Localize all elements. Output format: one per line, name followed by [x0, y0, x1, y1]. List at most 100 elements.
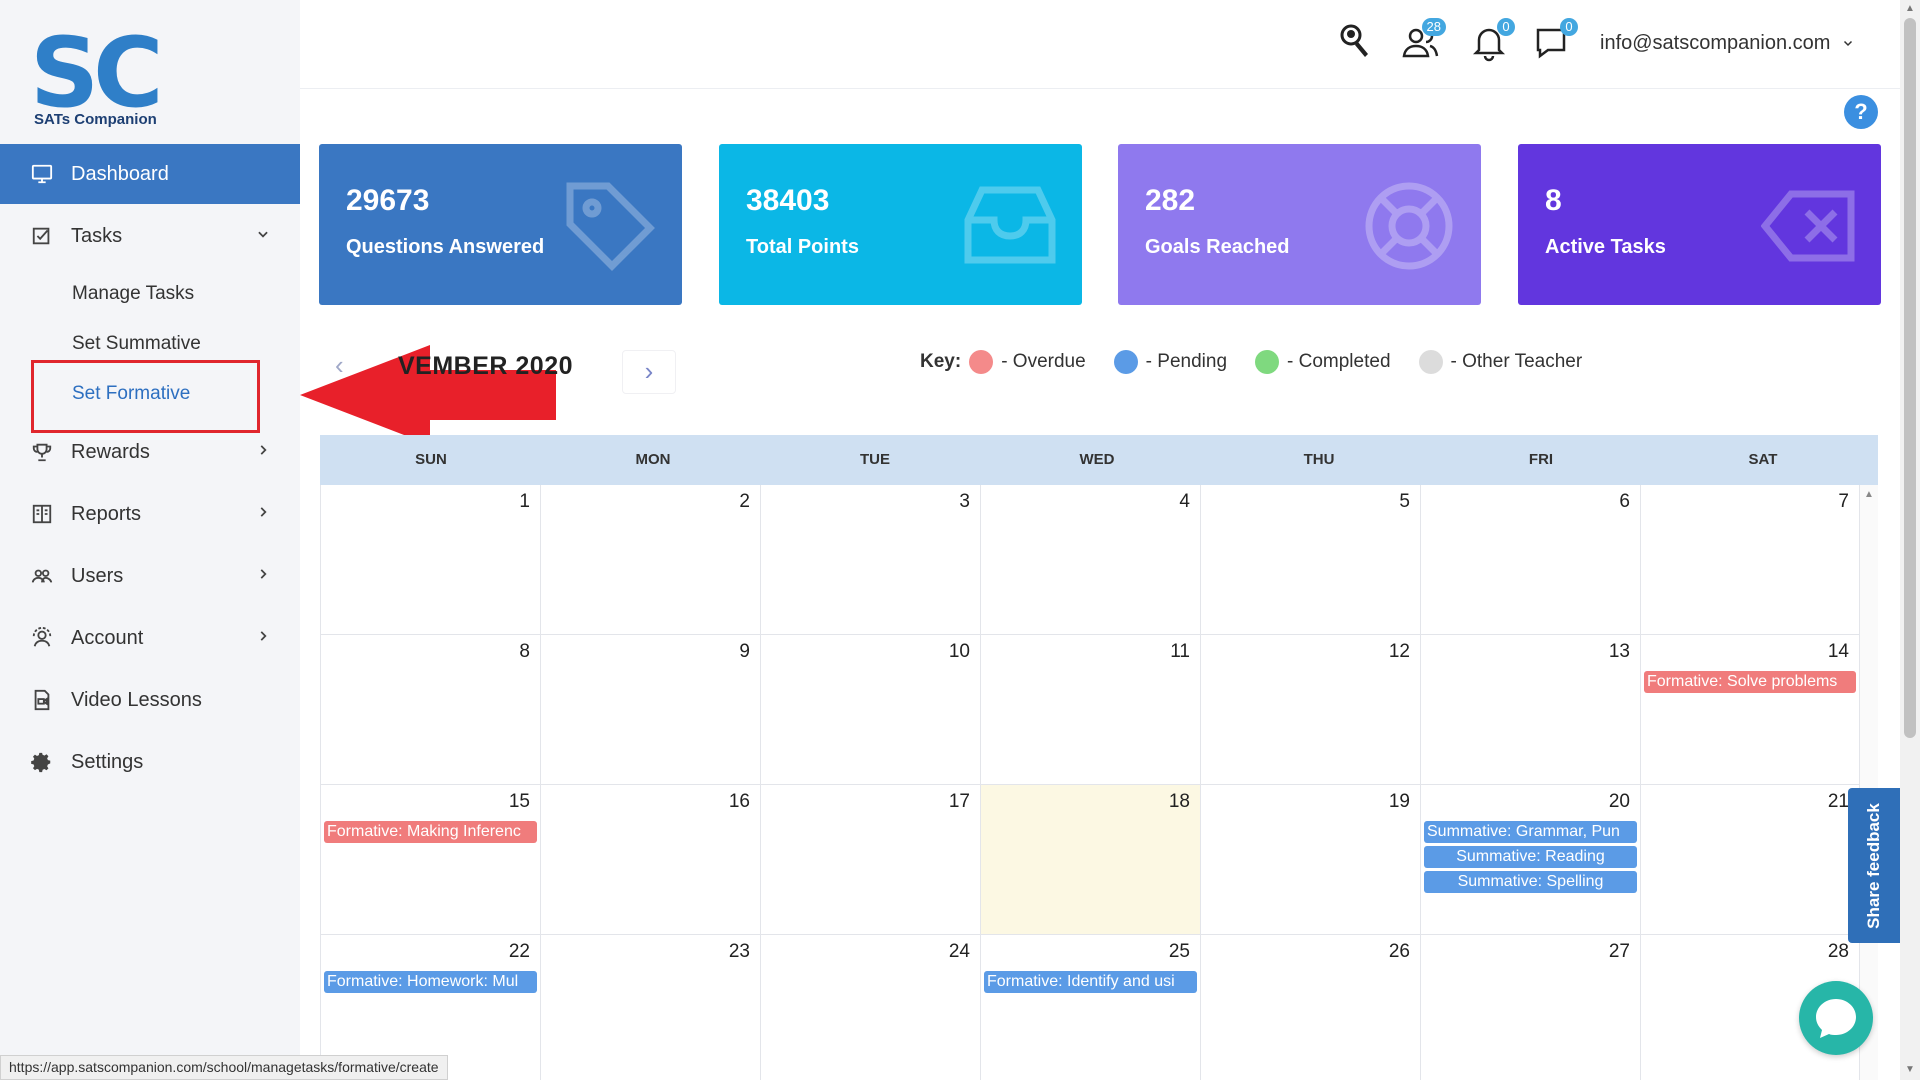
chat-bubble-icon[interactable]: 0 — [1532, 18, 1578, 62]
calendar-event-pending[interactable]: Summative: Grammar, Pun — [1424, 821, 1637, 843]
calendar-day[interactable]: 26 — [1200, 935, 1420, 1080]
day-number: 16 — [728, 791, 750, 812]
account-icon — [30, 626, 54, 650]
logo-mark: SC — [30, 17, 164, 129]
calendar-next-button[interactable]: › — [622, 350, 676, 394]
scrollbar-thumb[interactable] — [1904, 18, 1916, 738]
calendar-event-pending[interactable]: Summative: Spelling — [1424, 871, 1637, 893]
scroll-down-icon: ▼ — [1905, 1064, 1915, 1075]
day-number: 5 — [1399, 491, 1410, 512]
top-header: 28 0 0 info@satscompanion.com — [300, 0, 1900, 89]
calendar-day[interactable]: 23 — [540, 935, 760, 1080]
calendar-day[interactable]: 15 Formative: Making Inferenc — [320, 785, 540, 935]
calendar-event-overdue[interactable]: Formative: Solve problems — [1644, 671, 1856, 693]
calendar-day[interactable]: 7 — [1640, 485, 1860, 635]
bell-icon[interactable]: 0 — [1469, 18, 1515, 62]
day-number: 13 — [1608, 641, 1630, 662]
day-number: 9 — [739, 641, 750, 662]
calendar-day-today[interactable]: 18 — [980, 785, 1200, 935]
legend-overdue: - Overdue — [969, 350, 1086, 374]
stat-label: Total Points — [746, 236, 859, 258]
submenu-manage-tasks[interactable]: Manage Tasks — [72, 283, 194, 305]
day-number: 21 — [1827, 791, 1849, 812]
day-number: 14 — [1827, 641, 1849, 662]
sidebar-item-reports[interactable]: Reports — [0, 484, 300, 544]
friends-icon[interactable]: 28 — [1400, 18, 1446, 62]
sidebar-item-rewards[interactable]: Rewards — [0, 422, 300, 482]
legend-completed: - Completed — [1255, 350, 1391, 374]
calendar-day[interactable]: 24 — [760, 935, 980, 1080]
sidebar-item-settings[interactable]: Settings — [0, 732, 300, 792]
sidebar-item-account[interactable]: Account — [0, 608, 300, 668]
help-button[interactable]: ? — [1844, 95, 1878, 129]
calendar-legend: Key: - Overdue - Pending - Completed - O… — [920, 350, 1610, 374]
day-number: 17 — [948, 791, 970, 812]
search-user-icon[interactable] — [1335, 22, 1375, 62]
calendar-day[interactable]: 3 — [760, 485, 980, 635]
calendar-day[interactable]: 20 Summative: Grammar, Pun Summative: Re… — [1420, 785, 1640, 935]
calendar-day[interactable]: 19 — [1200, 785, 1420, 935]
calendar-day[interactable]: 16 — [540, 785, 760, 935]
weekday-wed: WED — [1079, 451, 1115, 468]
legend-key-label: Key: — [920, 351, 962, 372]
day-number: 1 — [519, 491, 530, 512]
legend-other-teacher: - Other Teacher — [1418, 350, 1582, 374]
day-number: 26 — [1388, 941, 1410, 962]
sidebar-item-dashboard[interactable]: Dashboard — [0, 144, 300, 204]
brand-logo[interactable]: SC SATs Companion — [30, 25, 170, 135]
calendar-day[interactable]: 13 — [1420, 635, 1640, 785]
calendar-day[interactable]: 2 — [540, 485, 760, 635]
calendar-prev-button[interactable]: ‹ — [335, 350, 344, 381]
calendar-week: 1 2 3 4 5 6 7 — [320, 485, 1860, 635]
calendar-day[interactable]: 5 — [1200, 485, 1420, 635]
calendar-day[interactable]: 8 — [320, 635, 540, 785]
trophy-icon — [30, 440, 54, 464]
weekday-tue: TUE — [860, 451, 890, 468]
calendar-day[interactable]: 27 — [1420, 935, 1640, 1080]
user-menu[interactable]: info@satscompanion.com — [1600, 32, 1854, 55]
chevron-right-icon — [256, 567, 270, 586]
submenu-set-summative[interactable]: Set Summative — [72, 333, 201, 355]
gear-icon — [30, 750, 54, 774]
day-number: 12 — [1388, 641, 1410, 662]
sidebar-item-label: Video Lessons — [71, 688, 202, 711]
stat-value: 8 — [1545, 184, 1562, 217]
calendar-day[interactable]: 1 — [320, 485, 540, 635]
calendar-day[interactable]: 12 — [1200, 635, 1420, 785]
calendar-event-overdue[interactable]: Formative: Making Inferenc — [324, 821, 537, 843]
live-chat-button[interactable] — [1799, 981, 1873, 1055]
weekday-sat: SAT — [1748, 451, 1778, 468]
calendar-event-pending[interactable]: Formative: Homework: Mul — [324, 971, 537, 993]
stat-card-total-points: 38403 Total Points — [719, 144, 1082, 305]
weekday-thu: THU — [1303, 451, 1335, 468]
scroll-up-icon: ▲ — [1864, 489, 1874, 500]
page-scrollbar[interactable]: ▲ ▼ — [1900, 0, 1920, 1080]
sidebar: SC SATs Companion Dashboard Tasks Manage… — [0, 0, 300, 1080]
user-email-label: info@satscompanion.com — [1600, 32, 1831, 54]
calendar-day[interactable]: 11 — [980, 635, 1200, 785]
reports-icon — [30, 502, 54, 526]
calendar-day[interactable]: 10 — [760, 635, 980, 785]
calendar-day[interactable]: 17 — [760, 785, 980, 935]
sidebar-item-tasks[interactable]: Tasks — [0, 206, 300, 266]
tag-icon — [566, 182, 655, 271]
stat-value: 29673 — [346, 184, 430, 217]
sidebar-item-video-lessons[interactable]: Video Lessons — [0, 670, 300, 730]
chevron-down-icon — [256, 227, 270, 246]
legend-label: - Completed — [1287, 351, 1391, 372]
calendar-day[interactable]: 6 — [1420, 485, 1640, 635]
calendar-event-pending[interactable]: Formative: Identify and usi — [984, 971, 1197, 993]
calendar-day[interactable]: 9 — [540, 635, 760, 785]
calendar-day[interactable]: 14 Formative: Solve problems — [1640, 635, 1860, 785]
calendar-day[interactable]: 4 — [980, 485, 1200, 635]
calendar-day[interactable]: 25 Formative: Identify and usi — [980, 935, 1200, 1080]
calendar-event-pending[interactable]: Summative: Reading — [1424, 846, 1637, 868]
calendar-day[interactable]: 21 — [1640, 785, 1860, 935]
sidebar-item-label: Users — [71, 564, 124, 587]
other-teacher-dot-icon — [1418, 350, 1443, 374]
sidebar-item-users[interactable]: Users — [0, 546, 300, 606]
stat-value: 38403 — [746, 184, 830, 217]
share-feedback-tab[interactable]: Share feedback — [1848, 788, 1900, 943]
day-number: 8 — [519, 641, 530, 662]
stat-card-goals-reached: 282 Goals Reached — [1118, 144, 1481, 305]
